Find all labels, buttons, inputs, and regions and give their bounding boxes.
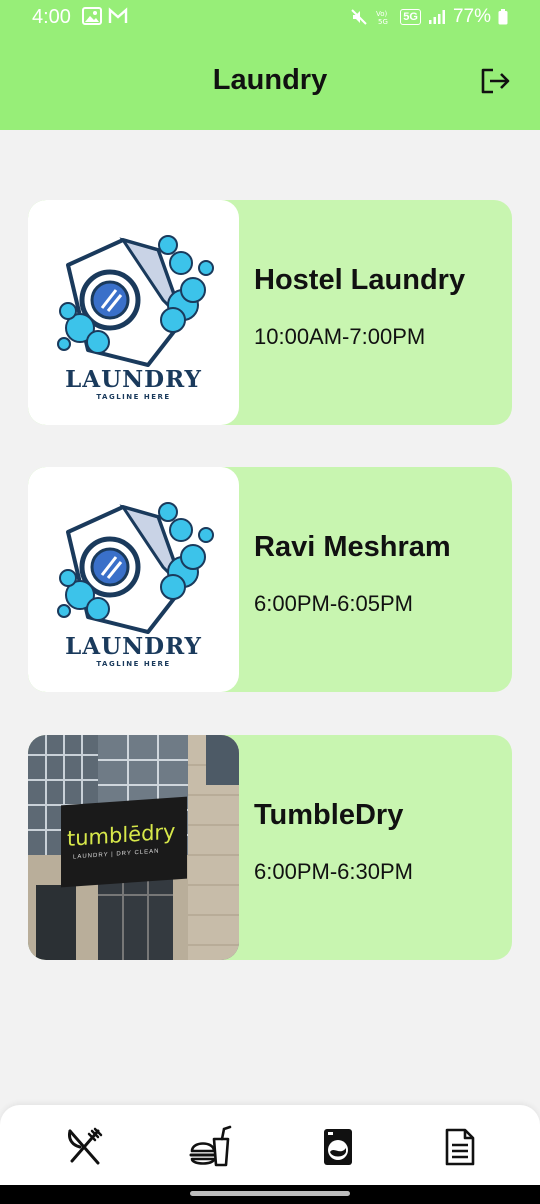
svg-text:Vo): Vo) (376, 10, 388, 18)
laundry-hours: 6:00PM-6:05PM (254, 591, 413, 616)
gmail-icon (108, 7, 128, 23)
fork-knife-icon (68, 1127, 103, 1165)
washing-machine-logo-icon (57, 235, 214, 367)
laundry-hours: 10:00AM-7:00PM (254, 324, 426, 349)
laundry-name: Ravi Meshram (254, 531, 451, 563)
logo-wordmark: LAUNDRY (65, 633, 202, 660)
laundry-card[interactable]: LAUNDRY TAGLINE HERE Ravi Meshram 6:00PM… (28, 467, 512, 692)
status-notification-icons (82, 7, 128, 25)
volte-icon: Vo)5G (376, 10, 388, 26)
nav-complaints[interactable] (438, 1125, 482, 1169)
laundry-card[interactable]: LAUNDRY TAGLINE HERE Hostel Laundry 10:0… (28, 200, 512, 425)
storefront-image: tumblēdry LAUNDRY | DRY CLEAN (28, 735, 239, 960)
logo-wordmark: LAUNDRY (65, 366, 202, 393)
bottom-navigation (0, 1105, 540, 1185)
laundry-hours: 6:00PM-6:30PM (254, 859, 413, 884)
network-type-icon: 5G (400, 9, 421, 25)
laundry-name: Hostel Laundry (254, 264, 466, 296)
washing-machine-icon (324, 1129, 352, 1165)
gallery-icon (82, 7, 102, 25)
washing-machine-logo-icon (57, 502, 214, 634)
page-title: Laundry (212, 64, 328, 96)
status-system-icons: Vo) 5G 5G 77% (350, 6, 508, 28)
logout-icon (481, 68, 510, 94)
app-header: 4:00 Vo) 5G 5G 77% Laundry (0, 0, 540, 130)
laundry-name: TumbleDry (254, 799, 404, 831)
logo-tagline: TAGLINE HERE (96, 393, 171, 401)
store-sign: tumblēdry LAUNDRY | DRY CLEAN (61, 796, 187, 888)
logo-tagline: TAGLINE HERE (96, 660, 171, 668)
laundry-logo-image: LAUNDRY TAGLINE HERE (28, 467, 239, 692)
store-sign-subtitle: LAUNDRY | DRY CLEAN (73, 848, 160, 861)
nav-food[interactable] (188, 1125, 232, 1169)
battery-percentage: 77% (452, 6, 491, 27)
home-gesture-bar[interactable] (190, 1191, 350, 1196)
store-sign-name: tumblēdry (67, 819, 176, 851)
logout-button[interactable] (478, 66, 512, 96)
nav-laundry[interactable] (316, 1125, 360, 1169)
status-time: 4:00 (32, 6, 71, 28)
nav-mess[interactable] (62, 1125, 106, 1169)
laundry-card[interactable]: tumblēdry LAUNDRY | DRY CLEAN TumbleDry … (28, 735, 512, 960)
battery-icon (498, 9, 508, 25)
burger-drink-icon (189, 1125, 232, 1167)
svg-text:5G: 5G (378, 18, 388, 26)
system-navigation-bar (0, 1185, 540, 1204)
laundry-logo-image: LAUNDRY TAGLINE HERE (28, 200, 239, 425)
document-icon (445, 1128, 475, 1166)
status-bar: 4:00 Vo) 5G 5G 77% (0, 0, 540, 34)
signal-icon (428, 10, 445, 24)
mute-icon (351, 9, 367, 25)
